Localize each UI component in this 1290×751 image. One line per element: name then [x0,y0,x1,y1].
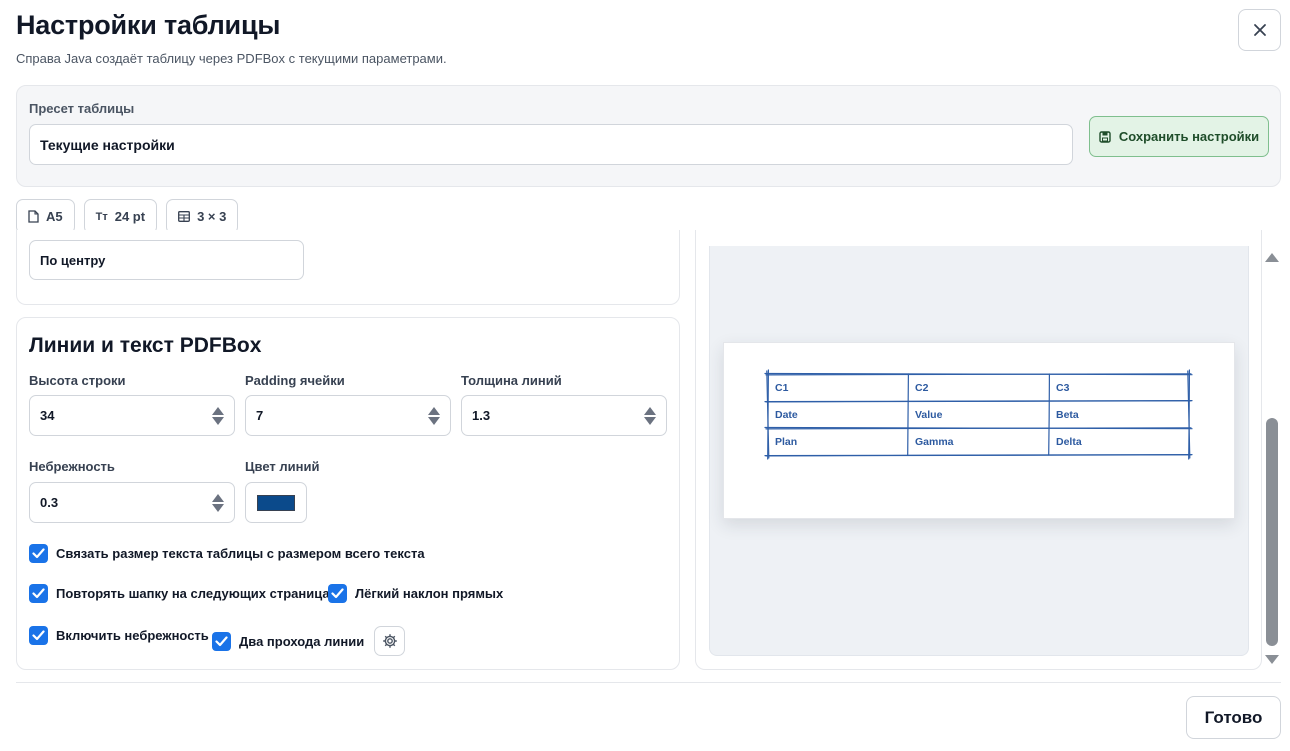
checkbox-double-pass[interactable]: Два прохода линии [212,626,406,656]
scrollbar-thumb[interactable] [1266,418,1278,646]
sloppiness-input[interactable]: 0.3 [29,482,235,523]
preview-cell-text: C3 [1056,382,1070,394]
cell-padding-label: Padding ячейки [245,373,345,388]
checkbox-label: Повторять шапку на следующих страницах [56,586,337,601]
save-settings-button[interactable]: Сохранить настройки [1089,116,1269,157]
row-height-label: Высота строки [29,373,126,388]
preview-cell-text: C1 [775,382,789,394]
preview-panel: C1 C2 C3 Date Value Beta Plan Gamma Delta [695,230,1262,670]
line-width-label: Толщина линий [461,373,562,388]
done-button[interactable]: Готово [1186,696,1281,739]
preset-value: Текущие настройки [40,136,175,153]
alignment-value: По центру [40,252,106,268]
preview-scrollbar[interactable] [1263,247,1281,669]
line-width-value: 1.3 [472,408,491,423]
preview-table: C1 C2 C3 Date Value Beta Plan Gamma Delta [764,369,1193,460]
scroll-down-arrow-icon[interactable] [1265,655,1279,664]
line-color-label: Цвет линий [245,459,320,474]
preview-cell-text: C2 [915,382,929,394]
checkbox-label: Лёгкий наклон прямых [355,586,504,601]
dialog-subtitle: Справа Java создаёт таблицу через PDFBox… [16,51,447,66]
preview-cell-text: Delta [1056,436,1082,448]
preview-cell-text: Gamma [915,436,954,448]
alignment-select[interactable]: По центру [29,240,304,280]
dialog-title: Настройки таблицы [16,10,281,40]
summary-chips: A5 Tт 24 pt 3 × 3 [16,199,239,234]
spinner-icon[interactable] [644,406,656,425]
checkbox-checked-icon[interactable] [212,631,231,651]
spinner-icon[interactable] [428,406,440,425]
chip-font-size[interactable]: Tт 24 pt [83,199,158,234]
line-color-picker[interactable] [245,482,307,523]
spinner-icon[interactable] [212,406,224,425]
chip-table-size-label: 3 × 3 [197,209,227,224]
close-icon [1253,24,1266,36]
line-color-swatch [257,494,295,511]
floppy-disk-icon [1099,130,1111,143]
scroll-up-arrow-icon[interactable] [1265,253,1279,262]
alignment-card: По центру [16,230,680,305]
preset-label: Пресет таблицы [29,101,135,116]
checkbox-slight-tilt[interactable]: Лёгкий наклон прямых [328,584,503,603]
footer-divider [16,682,1281,683]
line-width-input[interactable]: 1.3 [461,395,667,436]
table-grid-icon [178,211,191,222]
save-settings-label: Сохранить настройки [1118,129,1260,144]
row-height-value: 34 [40,408,55,423]
preview-cell-text: Value [915,409,943,421]
preview-cell-text: Plan [775,436,797,448]
preset-select[interactable]: Текущие настройки [29,124,1073,165]
gear-icon [382,634,397,648]
checkbox-enable-sloppiness[interactable]: Включить небрежность [29,626,209,645]
chip-page-size-label: A5 [46,209,63,224]
checkbox-label: Включить небрежность [56,628,209,643]
checkbox-label: Связать размер текста таблицы с размером… [56,546,425,561]
double-pass-settings-button[interactable] [374,626,406,656]
checkbox-link-text-size[interactable]: Связать размер текста таблицы с размером… [29,544,425,563]
row-height-input[interactable]: 34 [29,395,235,436]
preview-canvas: C1 C2 C3 Date Value Beta Plan Gamma Delta [709,246,1249,656]
spinner-icon[interactable] [212,493,224,512]
checkbox-checked-icon[interactable] [29,584,48,603]
table-column-line [907,373,909,456]
chip-page-size[interactable]: A5 [16,199,75,234]
chip-font-size-label: 24 pt [114,209,146,224]
checkbox-checked-icon[interactable] [328,584,347,603]
checkbox-repeat-header[interactable]: Повторять шапку на следующих страницах [29,584,337,603]
font-size-icon: Tт [95,210,108,223]
preset-panel: Пресет таблицы Текущие настройки Сохрани… [16,85,1281,187]
chip-table-size[interactable]: 3 × 3 [166,199,239,234]
checkbox-checked-icon[interactable] [29,626,48,645]
cell-padding-value: 7 [256,408,264,423]
table-column-line [1048,373,1050,456]
lines-text-card: Линии и текст PDFBox Высота строки 34 Pa… [16,317,680,670]
preview-page: C1 C2 C3 Date Value Beta Plan Gamma Delta [723,342,1235,519]
lines-section-title: Линии и текст PDFBox [29,334,262,357]
sloppiness-label: Небрежность [29,459,115,474]
close-button[interactable] [1238,9,1281,51]
cell-padding-input[interactable]: 7 [245,395,451,436]
preview-cell-text: Date [775,409,798,421]
preview-cell-text: Beta [1056,409,1079,421]
page-icon [28,210,39,223]
checkbox-checked-icon[interactable] [29,544,48,563]
sloppiness-value: 0.3 [40,495,59,510]
checkbox-label: Два прохода линии [239,633,365,649]
